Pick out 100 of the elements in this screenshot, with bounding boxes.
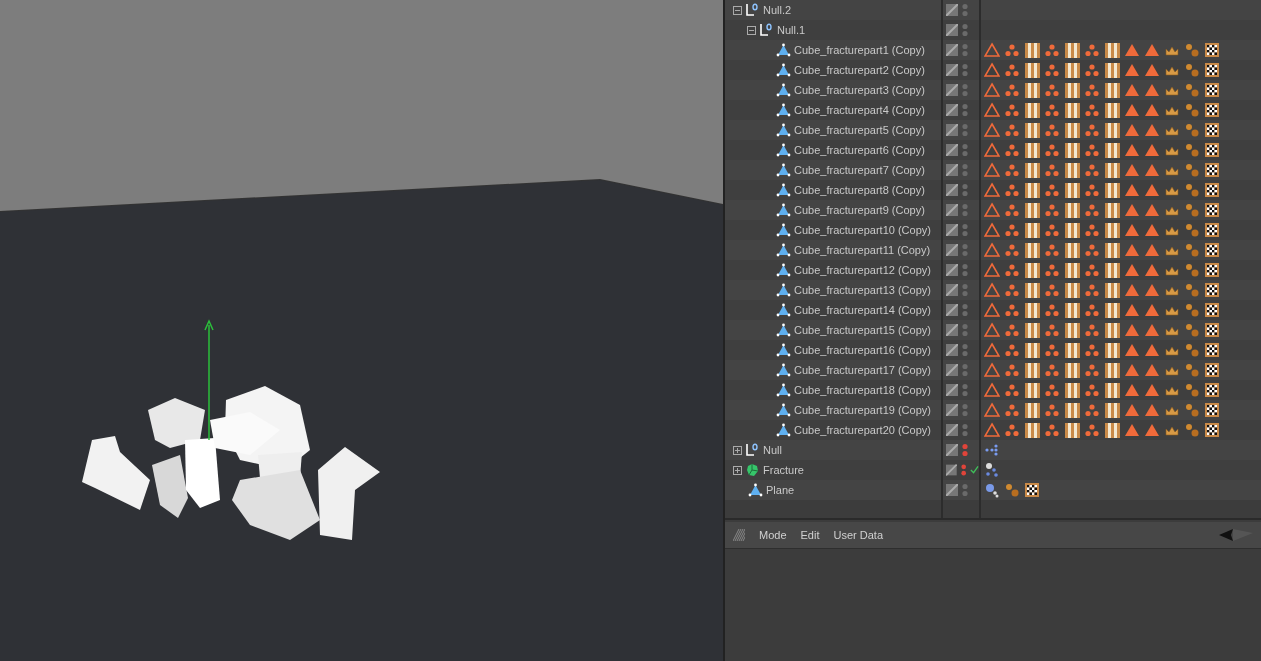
visibility-dots-icon[interactable]: [962, 243, 968, 257]
triangle-tag-icon[interactable]: [1144, 202, 1160, 218]
object-name[interactable]: Null: [763, 444, 782, 456]
dots-tag-icon[interactable]: [1004, 262, 1020, 278]
layer-toggle-icon[interactable]: [946, 324, 958, 336]
dots-tag-icon[interactable]: [1004, 242, 1020, 258]
checkerboard-tag-icon[interactable]: [1204, 142, 1220, 158]
expand-icon[interactable]: [733, 465, 742, 475]
triangle-outline-tag-icon[interactable]: [984, 242, 1000, 258]
dots-tag-icon[interactable]: [1084, 62, 1100, 78]
spheres-tag-icon[interactable]: [1004, 482, 1020, 498]
checker-tag-icon[interactable]: [1024, 382, 1040, 398]
triangle-tag-icon[interactable]: [1124, 302, 1140, 318]
triangle-outline-tag-icon[interactable]: [984, 62, 1000, 78]
dots-tag-icon[interactable]: [1044, 362, 1060, 378]
checkerboard-tag-icon[interactable]: [1204, 262, 1220, 278]
dots-tag-icon[interactable]: [1044, 162, 1060, 178]
dots-tag-icon[interactable]: [1084, 282, 1100, 298]
spheres-tag-icon[interactable]: [1184, 162, 1200, 178]
checker-tag-icon[interactable]: [1104, 342, 1120, 358]
layer-toggle-icon[interactable]: [946, 404, 958, 416]
dots-tag-icon[interactable]: [1044, 62, 1060, 78]
triangle-outline-tag-icon[interactable]: [984, 42, 1000, 58]
visibility-dots-icon[interactable]: [962, 23, 968, 37]
checker-tag-icon[interactable]: [1064, 202, 1080, 218]
dots-tag-icon[interactable]: [1084, 422, 1100, 438]
checker-tag-icon[interactable]: [1104, 82, 1120, 98]
sphere-cluster-tag-icon[interactable]: [984, 482, 1000, 498]
dots-tag-icon[interactable]: [1084, 182, 1100, 198]
checker-tag-icon[interactable]: [1104, 302, 1120, 318]
checker-tag-icon[interactable]: [1104, 42, 1120, 58]
layer-toggle-icon[interactable]: [946, 384, 958, 396]
visibility-dots-icon[interactable]: [962, 403, 968, 417]
checker-tag-icon[interactable]: [1064, 182, 1080, 198]
triangle-tag-icon[interactable]: [1124, 142, 1140, 158]
layer-toggle-icon[interactable]: [946, 184, 958, 196]
menu-item[interactable]: Mode: [759, 529, 787, 541]
checker-tag-icon[interactable]: [1024, 82, 1040, 98]
checkerboard-tag-icon[interactable]: [1204, 82, 1220, 98]
triangle-tag-icon[interactable]: [1144, 222, 1160, 238]
checker-tag-icon[interactable]: [1024, 182, 1040, 198]
checker-tag-icon[interactable]: [1104, 142, 1120, 158]
checkerboard-tag-icon[interactable]: [1204, 242, 1220, 258]
dots-tag-icon[interactable]: [1044, 302, 1060, 318]
triangle-tag-icon[interactable]: [1144, 302, 1160, 318]
checkerboard-tag-icon[interactable]: [1204, 342, 1220, 358]
collapse-icon[interactable]: [747, 25, 756, 35]
checker-tag-icon[interactable]: [1024, 122, 1040, 138]
object-name[interactable]: Cube_fracturepart13 (Copy): [794, 284, 931, 296]
visibility-dots-icon[interactable]: [962, 83, 968, 97]
object-name[interactable]: Cube_fracturepart9 (Copy): [794, 204, 925, 216]
dots-tag-icon[interactable]: [1004, 182, 1020, 198]
triangle-tag-icon[interactable]: [1144, 42, 1160, 58]
spheres-tag-icon[interactable]: [1184, 382, 1200, 398]
visibility-dots-icon[interactable]: [962, 263, 968, 277]
layer-toggle-icon[interactable]: [946, 124, 958, 136]
dots-tag-icon[interactable]: [1084, 122, 1100, 138]
expand-icon[interactable]: [733, 445, 742, 455]
fractured-pieces-drawing[interactable]: [82, 386, 380, 540]
dots-tag-icon[interactable]: [1044, 142, 1060, 158]
dots-tag-icon[interactable]: [1044, 282, 1060, 298]
checker-tag-icon[interactable]: [1104, 322, 1120, 338]
checker-tag-icon[interactable]: [1064, 42, 1080, 58]
triangle-tag-icon[interactable]: [1144, 422, 1160, 438]
dots-tag-icon[interactable]: [1004, 342, 1020, 358]
visibility-dots-icon[interactable]: [962, 103, 968, 117]
dots-tag-icon[interactable]: [1084, 342, 1100, 358]
checker-tag-icon[interactable]: [1024, 402, 1040, 418]
triangle-tag-icon[interactable]: [1124, 182, 1140, 198]
dots-tag-icon[interactable]: [1084, 202, 1100, 218]
visibility-dots-icon[interactable]: [962, 43, 968, 57]
checker-tag-icon[interactable]: [1024, 62, 1040, 78]
triangle-outline-tag-icon[interactable]: [984, 402, 1000, 418]
triangle-tag-icon[interactable]: [1144, 142, 1160, 158]
triangle-outline-tag-icon[interactable]: [984, 422, 1000, 438]
dots-tag-icon[interactable]: [1004, 322, 1020, 338]
checkerboard-tag-icon[interactable]: [1204, 402, 1220, 418]
checkerboard-tag-icon[interactable]: [1204, 362, 1220, 378]
spheres-tag-icon[interactable]: [1184, 62, 1200, 78]
visibility-dots-icon[interactable]: [962, 163, 968, 177]
object-name[interactable]: Cube_fracturepart20 (Copy): [794, 424, 931, 436]
checker-tag-icon[interactable]: [1064, 362, 1080, 378]
triangle-tag-icon[interactable]: [1124, 222, 1140, 238]
object-name[interactable]: Null.2: [763, 4, 792, 16]
layer-toggle-icon[interactable]: [946, 284, 958, 296]
triangle-outline-tag-icon[interactable]: [984, 282, 1000, 298]
object-name[interactable]: Plane: [766, 484, 795, 496]
checker-tag-icon[interactable]: [1104, 222, 1120, 238]
collapse-icon[interactable]: [733, 5, 742, 15]
layer-toggle-icon[interactable]: [946, 64, 958, 76]
triangle-tag-icon[interactable]: [1144, 382, 1160, 398]
checkerboard-tag-icon[interactable]: [1204, 122, 1220, 138]
checker-tag-icon[interactable]: [1024, 42, 1040, 58]
checker-tag-icon[interactable]: [1104, 382, 1120, 398]
dots-tag-icon[interactable]: [1084, 302, 1100, 318]
dots-tag-icon[interactable]: [1004, 82, 1020, 98]
spheres-tag-icon[interactable]: [1184, 182, 1200, 198]
object-name[interactable]: Cube_fracturepart7 (Copy): [794, 164, 925, 176]
checker-tag-icon[interactable]: [1064, 222, 1080, 238]
layer-toggle-icon[interactable]: [946, 444, 958, 456]
